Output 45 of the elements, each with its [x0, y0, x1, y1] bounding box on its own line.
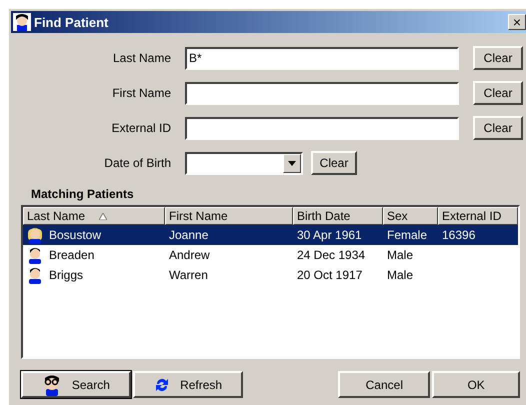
- man-avatar-icon: [27, 266, 43, 284]
- table-cell: Bosustow: [49, 228, 102, 242]
- field-label: Date of Birth: [103, 156, 171, 170]
- table-cell: Joanne: [169, 228, 208, 242]
- input-field[interactable]: B*: [185, 46, 459, 70]
- table-cell: Breaden: [49, 248, 94, 262]
- column-header[interactable]: Last Name: [23, 207, 165, 225]
- action-button[interactable]: Cancel: [338, 371, 430, 398]
- window-title: Find Patient: [34, 14, 110, 30]
- table-cell: Briggs: [49, 268, 84, 282]
- close-button[interactable]: ×: [508, 14, 526, 30]
- table-cell: Female: [387, 228, 428, 242]
- field-label: Last Name: [112, 51, 171, 65]
- woman-avatar-icon: [27, 226, 43, 244]
- patient-row[interactable]: Bosustow Joanne 30 Apr 1961 Female 16396: [23, 225, 518, 245]
- table-cell: 30 Apr 1961: [297, 228, 362, 242]
- caret-icon: [288, 160, 296, 166]
- action-button[interactable]: Search: [21, 371, 131, 398]
- clear-button[interactable]: Clear: [473, 46, 523, 70]
- table-cell: Warren: [169, 268, 208, 282]
- input-field[interactable]: [185, 116, 459, 140]
- column-header[interactable]: Birth Date: [293, 207, 383, 225]
- section-heading: Matching Patients: [31, 187, 135, 201]
- date-dropdown[interactable]: [185, 152, 303, 174]
- clear-button[interactable]: Clear: [473, 116, 523, 140]
- man-avatar-icon: [27, 246, 43, 264]
- clear-button[interactable]: Clear: [473, 81, 523, 105]
- column-header[interactable]: External ID: [438, 207, 518, 225]
- column-header[interactable]: Sex: [383, 207, 438, 225]
- table-cell: 20 Oct 1917: [297, 268, 362, 282]
- action-button[interactable]: OK: [432, 371, 520, 398]
- table-cell: Male: [387, 268, 414, 282]
- table-cell: 16396: [442, 228, 476, 242]
- refresh-icon: [154, 376, 170, 392]
- clear-button[interactable]: Clear: [311, 151, 357, 175]
- field-label: External ID: [110, 121, 171, 135]
- table-cell: Male: [387, 248, 414, 262]
- dropdown-button[interactable]: [283, 154, 301, 172]
- field-label: First Name: [111, 86, 171, 100]
- input-field[interactable]: [185, 82, 459, 104]
- action-button[interactable]: Refresh: [132, 371, 244, 398]
- table-cell: Andrew: [169, 248, 210, 262]
- app-icon: [13, 13, 31, 31]
- table-cell: 24 Dec 1934: [297, 248, 366, 262]
- column-header[interactable]: First Name: [165, 207, 293, 225]
